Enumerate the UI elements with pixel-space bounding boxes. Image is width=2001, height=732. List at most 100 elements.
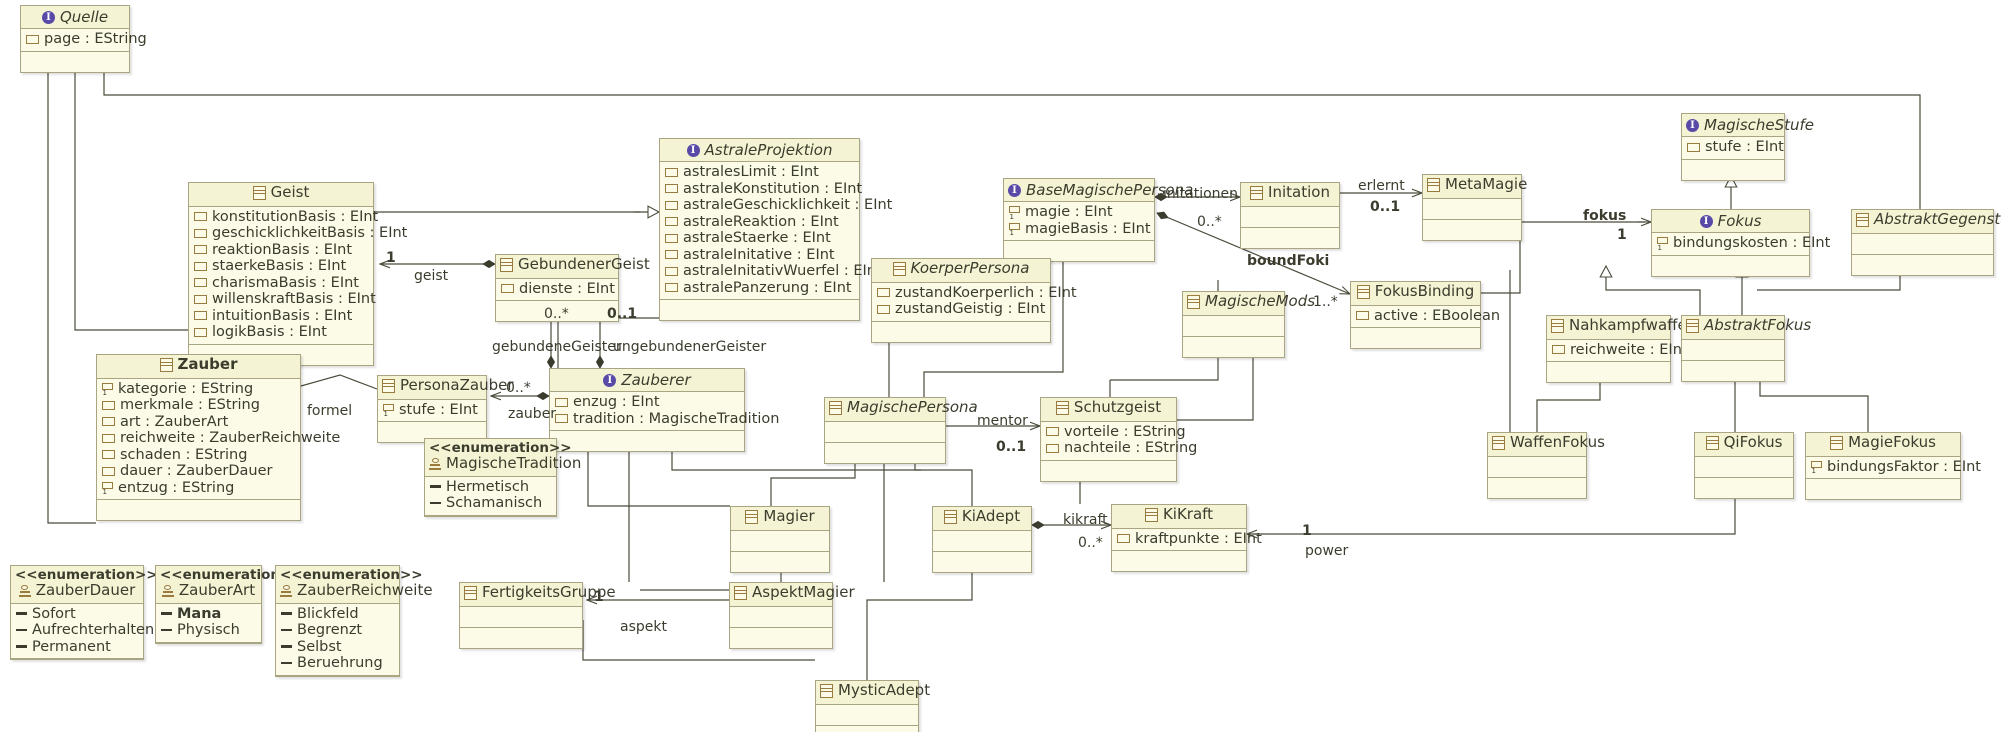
edge-label-initationen-mult: 0..*: [1197, 214, 1222, 230]
attribute-icon: [102, 450, 115, 460]
uml-class-initation[interactable]: Initation: [1240, 182, 1340, 249]
attribute-single-icon: 1: [383, 403, 394, 418]
enum-icon: [18, 584, 31, 597]
attribute-label: kategorie : EString: [118, 380, 254, 397]
uml-class-mysticadept[interactable]: MysticAdept: [815, 680, 930, 732]
class-operations: [550, 431, 744, 451]
class-attribute: Schamanisch: [430, 495, 553, 512]
uml-class-magischemods[interactable]: MagischeMods: [1182, 291, 1315, 358]
attribute-label: Selbst: [297, 638, 342, 655]
uml-class-kiadept[interactable]: KiAdept: [932, 506, 1032, 573]
uml-class-zauberer[interactable]: I Zauberer enzug : EInt tradition : Magisch…: [549, 368, 780, 452]
interface-icon: I: [1008, 184, 1021, 197]
attribute-label: bindungskosten : EInt: [1673, 235, 1831, 251]
edge-label-ungebundene-mult: 0..1: [607, 306, 638, 322]
attribute-label: Sofort: [32, 605, 76, 622]
class-icon: [1250, 185, 1264, 200]
class-attributes: 1 stufe : EInt: [378, 400, 486, 422]
uml-class-magischetradition[interactable]: <<enumeration>> MagischeTradition Hermetis…: [424, 438, 581, 517]
uml-class-zauberreichweite[interactable]: <<enumeration>> ZauberReichweite Blickfeld…: [275, 565, 433, 677]
edge-label-boundfoki-role: boundFoki: [1247, 253, 1330, 269]
uml-class-schutzgeist[interactable]: Schutzgeist vorteile : EString nachteile :…: [1040, 397, 1197, 482]
class-attributes: 1 magie : EInt 1 magieBasis : EInt: [1004, 202, 1154, 241]
uml-class-fokus[interactable]: I Fokus 1 bindungskosten : EInt: [1651, 209, 1830, 277]
class-header: Initation: [1241, 183, 1339, 207]
uml-class-magiefokus[interactable]: MagieFokus 1 bindungsFaktor : EInt: [1805, 432, 1981, 500]
uml-class-zauberdauer[interactable]: <<enumeration>> ZauberDauer Sofort Aufrecht…: [10, 565, 158, 660]
uml-class-quelle[interactable]: I Quelle page : EString: [20, 5, 147, 73]
class-attribute: reichweite : ZauberReichweite: [102, 430, 340, 447]
attribute-label: reichweite : EInt: [1570, 341, 1688, 358]
class-header: PersonaZauber: [378, 376, 514, 400]
uml-class-metamagie[interactable]: MetaMagie: [1422, 174, 1527, 241]
uml-class-zauberart[interactable]: <<enumeration>> ZauberArt Mana Physisch: [155, 565, 303, 644]
class-attributes: stufe : EInt: [1682, 137, 1784, 160]
uml-class-magischepersona[interactable]: MagischePersona: [824, 397, 978, 464]
uml-class-basemagischepersona[interactable]: I BaseMagischePersona 1 magie : EInt 1 magieB…: [1003, 178, 1193, 262]
attribute-label: astralesLimit : EInt: [683, 164, 819, 180]
uml-class-aspektmagier[interactable]: AspektMagier: [729, 582, 855, 649]
class-attributes: [816, 705, 918, 726]
uml-class-waffenfokus[interactable]: WaffenFokus: [1487, 432, 1605, 499]
enum-literal-icon: [430, 481, 441, 492]
class-attributes: Blickfeld Begrenzt Selbst Beruehrung: [276, 604, 399, 676]
class-attribute: schaden : EString: [102, 447, 297, 464]
uml-class-zauber[interactable]: Zauber 1 kategorie : EString merkmale : ESt…: [96, 354, 340, 521]
attribute-single-icon: 1: [102, 481, 113, 496]
uml-class-abstraktfokus[interactable]: AbstraktFokus: [1681, 315, 1811, 382]
attribute-label: astraleKonstitution : EInt: [683, 180, 863, 197]
uml-class-astraleprojektion[interactable]: I AstraleProjektion astralesLimit : EInt as…: [659, 138, 892, 321]
class-attribute: astraleStaerke : EInt: [665, 230, 856, 247]
class-attribute: astralesLimit : EInt: [665, 164, 856, 181]
attribute-label: entzug : EString: [118, 479, 235, 496]
attribute-label: Beruehrung: [297, 655, 383, 671]
class-attributes: [730, 607, 832, 628]
attribute-label: astraleInitativWuerfel : EInt: [683, 263, 882, 279]
enum-literal-icon: [16, 625, 27, 636]
attribute-label: Begrenzt: [297, 622, 363, 638]
class-attribute: art : ZauberArt: [102, 414, 297, 431]
class-icon: [252, 185, 266, 200]
attribute-label: staerkeBasis : EInt: [212, 258, 347, 274]
attribute-icon: [102, 466, 115, 476]
class-name: MagischeStufe: [1704, 116, 1815, 134]
class-operations: [1806, 479, 1960, 499]
enum-literal-icon: [161, 625, 172, 636]
class-name: MetaMagie: [1445, 175, 1528, 193]
class-name: Quelle: [59, 8, 109, 26]
uml-class-koerperpersona[interactable]: KoerperPersona zustandKoerperlich : EInt z…: [871, 258, 1077, 343]
uml-class-kikraft[interactable]: KiKraft kraftpunkte : EInt: [1111, 504, 1262, 572]
uml-class-magischestufe[interactable]: I MagischeStufe stufe : EInt: [1681, 113, 1814, 181]
class-attribute: Physisch: [161, 622, 258, 639]
uml-class-fertigkeitsgruppe[interactable]: FertigkeitsGruppe: [459, 582, 616, 649]
class-attributes: 1 bindungsFaktor : EInt: [1806, 457, 1981, 479]
class-attribute: logikBasis : EInt: [194, 324, 370, 341]
attribute-icon: [665, 217, 678, 227]
uml-class-qifokus[interactable]: QiFokus: [1694, 432, 1794, 499]
attribute-label: geschicklichkeitBasis : EInt: [212, 225, 408, 241]
attribute-single-icon: 1: [1009, 206, 1020, 220]
class-header: I Quelle: [21, 6, 129, 29]
class-attribute: page : EString: [26, 31, 147, 48]
edge-label-power-mult: 1: [1302, 523, 1312, 539]
class-attribute: staerkeBasis : EInt: [194, 258, 370, 275]
uml-class-magier[interactable]: Magier: [730, 506, 830, 573]
uml-class-personazauber[interactable]: PersonaZauber 1 stufe : EInt: [377, 375, 514, 443]
uml-class-nahkampfwaffe[interactable]: Nahkampfwaffe reichweite : EInt: [1546, 315, 1688, 383]
attribute-icon: [194, 311, 207, 321]
class-operations: [1488, 477, 1586, 498]
class-attributes: [1852, 234, 1993, 255]
enum-icon: [161, 584, 174, 597]
uml-class-fokusbinding[interactable]: FokusBinding active : EBoolean: [1350, 281, 1500, 349]
class-header: I BaseMagischePersona: [1004, 179, 1193, 202]
attribute-label: active : EBoolean: [1374, 307, 1501, 324]
uml-class-geist[interactable]: Geist konstitutionBasis : EInt geschicklic…: [188, 182, 407, 366]
enum-literal-icon: [281, 641, 292, 652]
uml-class-abstraktgegenstand[interactable]: AbstraktGegenstand: [1851, 209, 2001, 276]
class-name: Schutzgeist: [1073, 398, 1162, 416]
attribute-label: page : EString: [44, 31, 147, 47]
class-operations: [1041, 460, 1176, 481]
class-attributes: [1241, 207, 1339, 228]
edge-label-geist-mult: 1: [386, 250, 396, 266]
class-header: I AstraleProjektion: [660, 139, 859, 162]
